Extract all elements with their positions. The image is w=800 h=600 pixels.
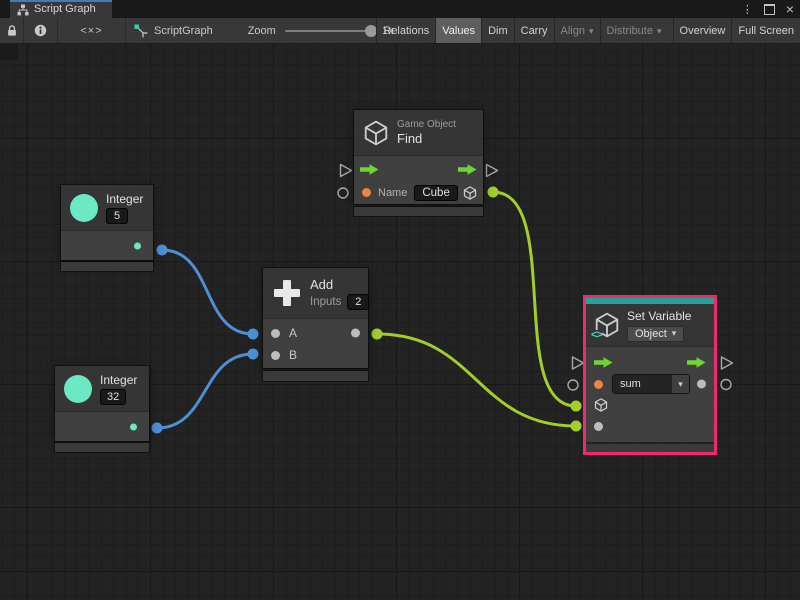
- node-footer: [55, 443, 149, 452]
- node-integer-1[interactable]: Integer 5: [61, 185, 153, 271]
- variable-scope-dropdown[interactable]: Object ▾: [627, 326, 684, 342]
- chevron-down-icon: ▾: [657, 26, 662, 37]
- flow-out-arrow-icon[interactable]: [458, 164, 477, 175]
- node-gameobject-find[interactable]: Game Object Find Name Cube: [354, 110, 483, 216]
- zoom-control: Zoom 1x: [248, 25, 394, 37]
- flow-in-arrow-icon[interactable]: [360, 164, 379, 175]
- flow-out-arrow-icon[interactable]: [687, 357, 706, 368]
- chevron-down-icon: ▾: [589, 26, 594, 37]
- relations-button[interactable]: Relations: [376, 18, 435, 43]
- inspect-button[interactable]: [24, 18, 58, 43]
- variable-name-input-port[interactable]: [594, 380, 603, 389]
- close-icon[interactable]: ×: [786, 4, 794, 14]
- input-port-a[interactable]: [271, 329, 280, 338]
- node-title: Integer: [100, 373, 137, 387]
- port-label-b: B: [289, 348, 297, 362]
- integer-type-icon: [64, 375, 92, 403]
- inputs-count-input[interactable]: 2: [347, 294, 369, 310]
- lock-icon: [6, 24, 18, 37]
- script-graph-icon: [134, 24, 148, 38]
- node-title: Integer: [106, 192, 143, 206]
- tab-title: Script Graph: [34, 3, 96, 15]
- dim-button[interactable]: Dim: [481, 18, 514, 43]
- flow-in-arrow-icon[interactable]: [594, 357, 613, 368]
- code-icon: <×>: [80, 25, 102, 37]
- graph-toolbar: <×> ScriptGraph Zoom 1x Relations Values…: [0, 18, 800, 44]
- name-input-port[interactable]: [362, 188, 371, 197]
- distribute-dropdown[interactable]: Distribute ▾: [600, 18, 668, 43]
- node-title: Set Variable: [627, 309, 691, 323]
- window-menu-icon[interactable]: ⋮: [742, 3, 753, 16]
- code-brackets-glyph: <>: [591, 330, 602, 340]
- chevron-down-icon: ▾: [672, 328, 677, 339]
- gameobject-output-port-icon[interactable]: [463, 186, 477, 200]
- variable-name-value: sum: [613, 375, 671, 393]
- node-title: Add: [310, 277, 333, 292]
- maximize-icon[interactable]: [764, 4, 775, 15]
- integer-value-input[interactable]: 5: [106, 208, 128, 224]
- set-variable-icon: <>: [594, 312, 620, 338]
- node-set-variable[interactable]: <> Set Variable Object ▾: [583, 295, 717, 455]
- add-icon: [272, 278, 302, 308]
- node-title: Find: [397, 131, 422, 146]
- integer-type-icon: [70, 194, 98, 222]
- node-integer-2[interactable]: Integer 32: [55, 366, 149, 452]
- graph-name-label: ScriptGraph: [154, 25, 213, 37]
- script-graph-window: Script Graph ⋮ × <×>: [0, 0, 800, 600]
- node-footer: [263, 371, 368, 381]
- node-category: Game Object: [397, 119, 456, 130]
- node-footer: [586, 444, 714, 452]
- carry-button[interactable]: Carry: [514, 18, 554, 43]
- name-label: Name: [378, 187, 407, 199]
- integer-value-input[interactable]: 32: [100, 389, 126, 405]
- toolbar-buttons: Relations Values Dim Carry Align ▾ Distr…: [376, 18, 800, 43]
- zoom-slider-handle[interactable]: [365, 25, 377, 37]
- canvas-corner: [0, 44, 18, 60]
- port-label-a: A: [289, 326, 297, 340]
- value-output-port[interactable]: [697, 380, 706, 389]
- inputs-label: Inputs: [310, 296, 341, 308]
- sum-output-port[interactable]: [351, 329, 360, 338]
- code-preview-button[interactable]: <×>: [58, 18, 126, 43]
- tab-bar: Script Graph ⋮ ×: [0, 0, 800, 18]
- graph-hierarchy-icon: [17, 4, 29, 16]
- values-button[interactable]: Values: [435, 18, 481, 43]
- integer-output-port[interactable]: [134, 242, 141, 249]
- name-value-input[interactable]: Cube: [414, 185, 458, 201]
- object-input-port-icon[interactable]: [594, 398, 608, 412]
- integer-output-port[interactable]: [130, 423, 137, 430]
- lock-button[interactable]: [0, 18, 24, 43]
- zoom-label: Zoom: [248, 25, 276, 37]
- zoom-slider[interactable]: [285, 30, 373, 32]
- tab-script-graph[interactable]: Script Graph: [10, 0, 112, 18]
- chevron-down-icon[interactable]: ▾: [671, 375, 689, 393]
- gameobject-cube-icon: [363, 120, 389, 146]
- input-port-b[interactable]: [271, 351, 280, 360]
- window-controls: ⋮ ×: [742, 0, 794, 18]
- fullscreen-button[interactable]: Full Screen: [731, 18, 800, 43]
- align-dropdown[interactable]: Align ▾: [554, 18, 600, 43]
- graph-breadcrumb[interactable]: ScriptGraph: [126, 24, 222, 38]
- info-icon: [34, 24, 47, 37]
- value-input-port[interactable]: [594, 422, 603, 431]
- node-add[interactable]: Add Inputs 2 A B: [263, 268, 368, 381]
- variable-name-dropdown[interactable]: sum ▾: [612, 374, 690, 394]
- node-footer: [354, 207, 483, 216]
- overview-button[interactable]: Overview: [673, 18, 732, 43]
- node-footer: [61, 262, 153, 271]
